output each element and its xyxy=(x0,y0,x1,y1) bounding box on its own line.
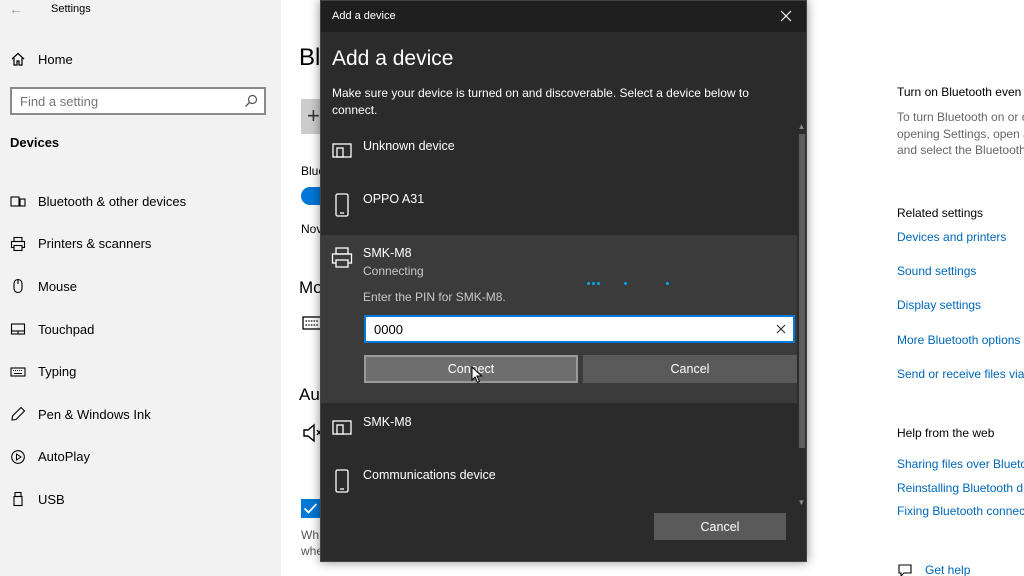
dialog-cancel-button[interactable]: Cancel xyxy=(654,513,786,540)
sidebar-item-label: Touchpad xyxy=(38,321,95,337)
touchpad-icon xyxy=(10,323,26,335)
pen-icon xyxy=(11,406,26,421)
app-title: Settings xyxy=(51,3,91,15)
tip-description: To turn Bluetooth on or off without open… xyxy=(897,109,1024,159)
speaker-icon xyxy=(303,423,322,443)
device-name: SMK-M8 xyxy=(363,415,412,429)
link-fixing-connections[interactable]: Fixing Bluetooth connections xyxy=(897,504,1024,518)
checkbox[interactable] xyxy=(301,499,320,518)
back-arrow-icon[interactable]: ← xyxy=(9,1,23,17)
sidebar-item-mouse[interactable]: Mouse xyxy=(0,265,281,308)
autoplay-icon xyxy=(11,450,25,464)
sidebar-item-label: Bluetooth & other devices xyxy=(38,193,187,209)
search-input[interactable] xyxy=(12,89,232,113)
keyboard-icon xyxy=(10,367,26,377)
tip-description-line: opening Settings, open action center xyxy=(897,126,1024,141)
mouse-cursor-icon xyxy=(471,366,483,384)
sidebar-item-usb[interactable]: USB xyxy=(0,478,281,521)
pin-field[interactable] xyxy=(364,315,795,343)
page-title: Bl xyxy=(299,44,321,71)
settings-sidebar: ← Settings Home Devices Bluetooth & othe… xyxy=(0,0,281,576)
tip-title: Turn on Bluetooth even faster xyxy=(897,85,1024,99)
search-icon[interactable] xyxy=(244,94,258,108)
sidebar-item-label: USB xyxy=(38,491,65,507)
checkmark-icon xyxy=(303,503,318,514)
link-more-bluetooth-options[interactable]: More Bluetooth options xyxy=(897,333,1020,347)
sidebar-item-label: Mouse xyxy=(38,278,78,294)
sidebar-nav: Bluetooth & other devices Printers & sca… xyxy=(0,180,281,521)
scroll-thumb[interactable] xyxy=(799,134,805,448)
settings-titlebar: ← Settings xyxy=(0,0,281,20)
device-name: Unknown device xyxy=(363,139,455,153)
device-item[interactable]: OPPO A31 xyxy=(321,174,797,235)
clear-icon[interactable] xyxy=(775,323,787,335)
link-display-settings[interactable]: Display settings xyxy=(897,298,981,312)
scroll-down-icon[interactable]: ▼ xyxy=(797,498,806,508)
link-reinstalling-drivers[interactable]: Reinstalling Bluetooth drivers xyxy=(897,481,1024,495)
phone-icon xyxy=(335,193,349,217)
mouse-icon xyxy=(13,279,23,294)
tip-description-line: To turn Bluetooth on or off without xyxy=(897,110,1024,124)
printer-icon xyxy=(331,247,353,268)
search-box[interactable] xyxy=(10,87,266,115)
device-name: Communications device xyxy=(363,468,496,482)
close-icon[interactable] xyxy=(778,8,794,24)
device-item[interactable]: Unknown device xyxy=(321,122,797,174)
link-sharing-files[interactable]: Sharing files over Bluetooth xyxy=(897,457,1024,471)
bluetooth-devices-icon xyxy=(10,196,26,207)
sidebar-item-label: Typing xyxy=(38,364,77,380)
section-title: Devices xyxy=(10,135,60,150)
display-device-icon xyxy=(332,143,352,158)
pin-input[interactable] xyxy=(366,317,761,341)
sidebar-item-typing[interactable]: Typing xyxy=(0,350,281,393)
device-status: Connecting xyxy=(363,264,424,278)
printer-icon xyxy=(10,236,26,251)
link-devices-and-printers[interactable]: Devices and printers xyxy=(897,230,1006,244)
sidebar-item-printers[interactable]: Printers & scanners xyxy=(0,223,281,266)
related-pane: Turn on Bluetooth even faster To turn Bl… xyxy=(897,0,1024,576)
link-send-receive-files[interactable]: Send or receive files via Bluetooth xyxy=(897,367,1024,381)
get-help-link[interactable]: Get help xyxy=(897,562,970,576)
home-label: Home xyxy=(38,51,73,67)
dialog-heading: Add a device xyxy=(332,47,454,70)
audio-section-heading: Au xyxy=(299,385,320,404)
device-name: SMK-M8 xyxy=(363,246,412,260)
pin-prompt: Enter the PIN for SMK-M8. xyxy=(363,290,506,304)
sidebar-item-touchpad[interactable]: Touchpad xyxy=(0,308,281,351)
device-item-expanded[interactable]: SMK-M8 Connecting Enter the PIN for SMK-… xyxy=(321,235,797,403)
usb-icon xyxy=(13,492,23,507)
dialog-titlebar: Add a device xyxy=(321,1,806,32)
tip-description-line: and select the Bluetooth icon. xyxy=(897,143,1024,157)
home-nav-item[interactable]: Home xyxy=(10,49,73,69)
keyboard-icon xyxy=(302,316,322,330)
sidebar-item-label: Printers & scanners xyxy=(38,236,152,252)
add-device-dialog: Add a device Add a device Make sure your… xyxy=(320,0,807,562)
display-device-icon xyxy=(332,420,352,435)
dialog-window-title: Add a device xyxy=(332,10,396,22)
sidebar-item-bluetooth[interactable]: Bluetooth & other devices xyxy=(0,180,281,223)
related-settings-title: Related settings xyxy=(897,206,984,220)
device-name: OPPO A31 xyxy=(363,192,425,206)
sidebar-item-autoplay[interactable]: AutoPlay xyxy=(0,436,281,479)
device-list: Unknown device OPPO A31 SMK-M8 Connectin… xyxy=(321,122,797,509)
dialog-description: Make sure your device is turned on and d… xyxy=(332,86,749,117)
scroll-up-icon[interactable]: ▲ xyxy=(797,122,806,132)
device-list-scrollbar[interactable]: ▲ ▼ xyxy=(797,122,806,509)
sidebar-item-label: Pen & Windows Ink xyxy=(38,406,151,422)
home-icon xyxy=(11,52,25,66)
chat-help-icon xyxy=(898,564,912,576)
sidebar-item-pen[interactable]: Pen & Windows Ink xyxy=(0,393,281,436)
cancel-pin-button[interactable]: Cancel xyxy=(583,355,797,383)
phone-icon xyxy=(335,469,349,493)
plus-icon: + xyxy=(307,103,320,128)
sidebar-item-label: AutoPlay xyxy=(38,449,91,465)
device-item[interactable]: SMK-M8 xyxy=(321,403,797,456)
help-from-web-title: Help from the web xyxy=(897,426,995,440)
link-sound-settings[interactable]: Sound settings xyxy=(897,264,976,278)
get-help-label: Get help xyxy=(925,563,971,576)
device-item[interactable]: Communications device xyxy=(321,456,797,509)
